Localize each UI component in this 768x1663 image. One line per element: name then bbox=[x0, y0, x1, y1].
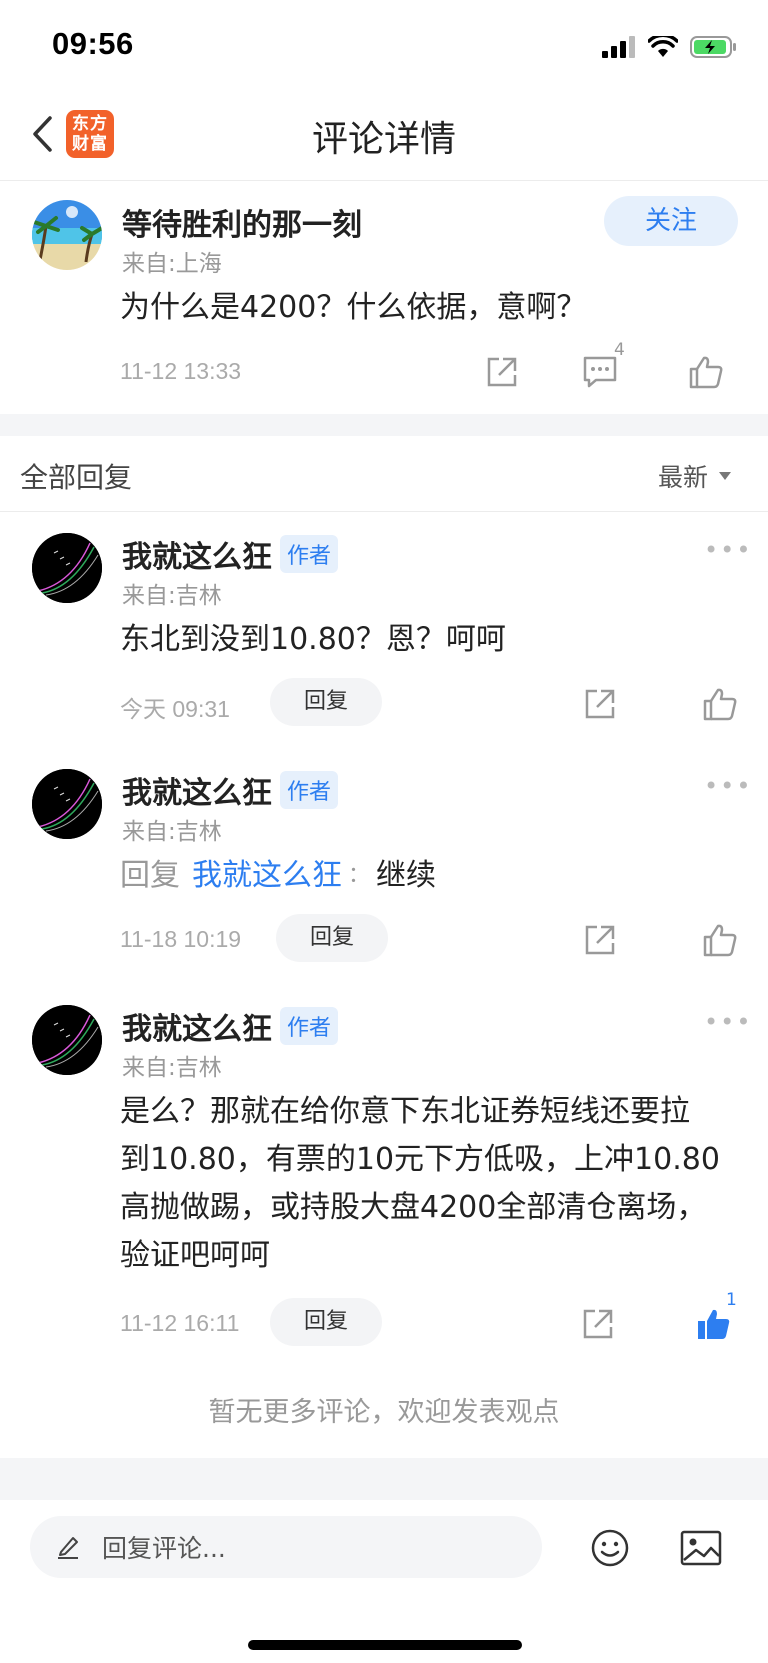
replies-header: 全部回复 最新 bbox=[0, 436, 768, 512]
reply-button[interactable]: 回复 bbox=[270, 678, 382, 726]
nav-bar: 东方 财富 评论详情 bbox=[0, 86, 768, 181]
reply-user-name[interactable]: 我就这么狂 bbox=[122, 532, 272, 576]
reply-content-line: 验证吧呵呵 bbox=[120, 1238, 270, 1273]
beach-avatar-image bbox=[32, 200, 102, 270]
signal-icon bbox=[602, 36, 635, 58]
page-title: 评论详情 bbox=[311, 119, 456, 160]
reply-content: 回复 我就这么狂 ： 继续 bbox=[120, 852, 436, 900]
emoji-icon bbox=[591, 1529, 629, 1567]
more-dots-icon[interactable]: ••• bbox=[704, 772, 752, 800]
reply-content: 东北到没到10.80？恩？呵呵 bbox=[120, 622, 506, 657]
chart-avatar-image bbox=[32, 1005, 102, 1075]
sort-label: 最新 bbox=[657, 463, 708, 492]
reply-time: 11-12 16:11 bbox=[120, 1310, 240, 1336]
wifi-icon bbox=[648, 36, 678, 57]
pencil-icon bbox=[58, 1537, 78, 1559]
follow-button[interactable]: 关注 bbox=[604, 196, 738, 246]
post-content: 为什么是4200？什么依据，意啊？ bbox=[120, 290, 587, 325]
reply-share-button[interactable] bbox=[578, 1304, 618, 1344]
post-share-button[interactable] bbox=[482, 352, 522, 392]
share-icon bbox=[583, 1309, 613, 1339]
reply-content-line: 到10.80，有票的10元下方低吸，上冲10.80 bbox=[120, 1142, 720, 1177]
dropdown-arrow-icon bbox=[719, 472, 731, 480]
thumbs-up-icon bbox=[703, 924, 737, 957]
reply-like-button[interactable] bbox=[698, 918, 742, 962]
share-icon bbox=[585, 925, 615, 955]
no-more-comments-text: 暂无更多评论，欢迎发表观点 bbox=[208, 1397, 560, 1428]
reply-like-button[interactable] bbox=[698, 682, 742, 726]
reply-avatar[interactable] bbox=[32, 1005, 102, 1075]
reply-from: 来自:吉林 bbox=[122, 1055, 222, 1081]
reply-content-line: 高抛做踢，或持股大盘4200全部清仓离场， bbox=[120, 1190, 707, 1225]
author-badge: 作者 bbox=[280, 1007, 339, 1045]
image-icon bbox=[680, 1530, 722, 1566]
more-dots-icon[interactable]: ••• bbox=[704, 1008, 752, 1036]
reply-share-button[interactable] bbox=[580, 920, 620, 960]
emoji-button[interactable] bbox=[588, 1526, 632, 1570]
reply-avatar[interactable] bbox=[32, 769, 102, 839]
reply-avatar[interactable] bbox=[32, 533, 102, 603]
image-button[interactable] bbox=[678, 1526, 724, 1570]
bottom-bar: 回复评论... bbox=[0, 1500, 768, 1663]
section-divider bbox=[0, 414, 768, 436]
comment-icon bbox=[583, 356, 617, 388]
reply-user-name[interactable]: 我就这么狂 bbox=[122, 1004, 272, 1048]
share-icon bbox=[585, 689, 615, 719]
author-badge: 作者 bbox=[280, 535, 339, 573]
reply-colon: ： bbox=[348, 863, 371, 888]
reply-button[interactable]: 回复 bbox=[276, 914, 388, 962]
reply-text: 继续 bbox=[376, 858, 437, 893]
bottom-divider bbox=[0, 1458, 768, 1500]
thumbs-up-icon bbox=[689, 356, 723, 389]
like-count: 1 bbox=[726, 1290, 737, 1310]
reply-input-placeholder: 回复评论... bbox=[102, 1534, 226, 1563]
sort-dropdown[interactable]: 最新 bbox=[658, 458, 732, 494]
reply-user-name[interactable]: 我就这么狂 bbox=[122, 768, 272, 812]
reply-header: 我就这么狂 作者 bbox=[122, 1004, 339, 1048]
reply-prefix: 回复 bbox=[120, 858, 180, 893]
thumbs-up-icon bbox=[703, 688, 737, 721]
share-icon bbox=[487, 357, 517, 387]
comment-count: 4 bbox=[614, 340, 625, 360]
post-avatar[interactable] bbox=[32, 200, 102, 270]
reply-header: 我就这么狂 作者 bbox=[122, 768, 339, 812]
reply-share-button[interactable] bbox=[580, 684, 620, 724]
battery-icon bbox=[690, 36, 736, 58]
reply-from: 来自:吉林 bbox=[122, 819, 222, 845]
reply-content-line: 是么？那就在给你意下东北证券短线还要拉 bbox=[120, 1094, 690, 1129]
status-time: 09:56 bbox=[52, 26, 134, 61]
chart-avatar-image bbox=[32, 533, 102, 603]
all-replies-title: 全部回复 bbox=[20, 461, 133, 494]
reply-to-link[interactable]: 我就这么狂 bbox=[192, 852, 342, 900]
status-icons bbox=[602, 32, 738, 62]
reply-content: 是么？那就在给你意下东北证券短线还要拉 到10.80，有票的10元下方低吸，上冲… bbox=[120, 1088, 750, 1280]
post-from: 来自:上海 bbox=[122, 251, 222, 277]
reply-button[interactable]: 回复 bbox=[270, 1298, 382, 1346]
reply-time: 11-18 10:19 bbox=[120, 926, 242, 952]
reply-header: 我就这么狂 作者 bbox=[122, 532, 339, 576]
reply-comment-input[interactable]: 回复评论... bbox=[30, 1516, 542, 1578]
thumbs-up-filled-icon bbox=[698, 1309, 730, 1339]
post-user-name[interactable]: 等待胜利的那一刻 bbox=[122, 200, 362, 244]
reply-time: 今天 09:31 bbox=[120, 696, 230, 722]
author-badge: 作者 bbox=[280, 771, 339, 809]
post-time: 11-12 13:33 bbox=[120, 358, 242, 384]
more-dots-icon[interactable]: ••• bbox=[704, 536, 752, 564]
reply-from: 来自:吉林 bbox=[122, 583, 222, 609]
post-like-button[interactable] bbox=[684, 350, 728, 394]
home-indicator bbox=[248, 1640, 522, 1650]
chart-avatar-image bbox=[32, 769, 102, 839]
